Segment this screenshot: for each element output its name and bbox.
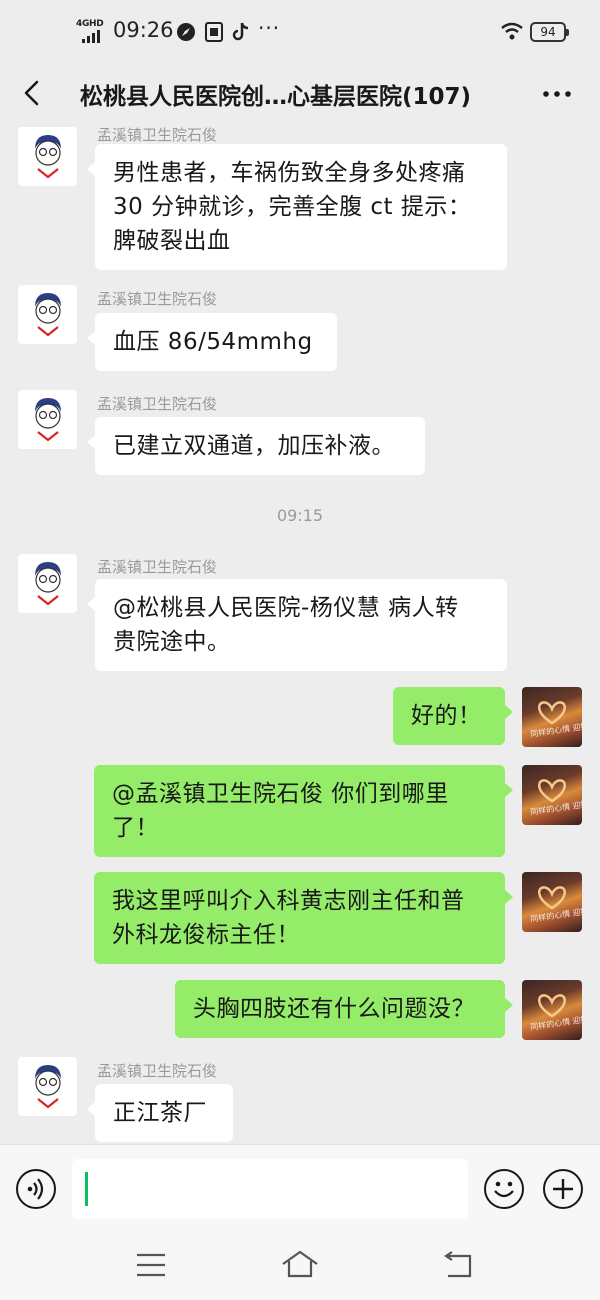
status-more: ··· [258, 16, 281, 40]
status-time: 09:26 [113, 18, 174, 42]
avatar[interactable]: 同样的心情 迎接到的一 [522, 765, 582, 825]
emoji-button[interactable] [484, 1169, 524, 1209]
avatar[interactable]: 同样的心情 迎接到的一 [522, 687, 582, 747]
avatar[interactable] [18, 390, 77, 449]
message-line: 血压 86/54mmhg [113, 329, 313, 355]
avatar[interactable]: 同样的心情 迎接到的一 [522, 872, 582, 932]
doctor-avatar-icon [35, 1065, 61, 1109]
input-bar [0, 1144, 600, 1232]
message-bubble[interactable]: 已建立双通道，加压补液。 [87, 417, 425, 475]
network-indicator: 4GHD [74, 19, 108, 45]
message-bubble[interactable]: 头胸四肢还有什么问题没？ [175, 980, 513, 1038]
home-icon[interactable] [280, 1248, 320, 1280]
message-line: 贵院途中。 [113, 629, 231, 655]
message-bubble[interactable]: 血压 86/54mmhg [87, 313, 337, 371]
voice-icon [27, 1178, 44, 1200]
message-line: 头胸四肢还有什么问题没？ [193, 996, 475, 1022]
chat-title: 松桃县人民医院创…心基层医院(107) [80, 84, 472, 110]
message-bubble[interactable]: 男性患者，车祸伤致全身多处疼痛 30 分钟就诊，完善全腹 ct 提示： 脾破裂出… [87, 144, 507, 270]
avatar[interactable] [18, 554, 77, 613]
message-line: @孟溪镇卫生院石俊 你们到哪里 [112, 781, 449, 807]
message-bubble[interactable]: 好的！ [393, 687, 513, 745]
chat-area[interactable]: 孟溪镇卫生院石俊 男性患者，车祸伤致全身多处疼痛 30 分钟就诊，完善全腹 ct… [0, 124, 600, 1144]
message-line: 已建立双通道，加压补液。 [113, 433, 395, 459]
wifi-icon [501, 22, 523, 40]
message-bubble[interactable]: @孟溪镇卫生院石俊 你们到哪里 了！ [94, 765, 513, 857]
message-bubble[interactable]: @松桃县人民医院-杨仪慧 病人转 贵院途中。 [87, 579, 507, 671]
add-button[interactable] [543, 1169, 583, 1209]
doctor-avatar-icon [35, 135, 61, 179]
avatar[interactable] [18, 127, 77, 186]
tiktok-icon [232, 22, 249, 41]
system-nav-bar [0, 1232, 600, 1300]
doctor-avatar-icon [35, 293, 61, 337]
nav-bar: 松桃县人民医院创…心基层医院(107) [0, 62, 600, 124]
network-label: 4GHD [76, 19, 104, 29]
sender-name: 孟溪镇卫生院石俊 [97, 1062, 218, 1080]
sender-name: 孟溪镇卫生院石俊 [97, 126, 218, 144]
text-cursor [85, 1172, 88, 1206]
message-line: 好的！ [411, 703, 482, 729]
back-nav-icon[interactable] [440, 1250, 474, 1280]
message-line: 正江茶厂 [113, 1100, 207, 1126]
sender-name: 孟溪镇卫生院石俊 [97, 395, 218, 413]
sender-name: 孟溪镇卫生院石俊 [97, 558, 218, 576]
sim-card-icon [205, 22, 223, 42]
message-input[interactable] [72, 1159, 468, 1219]
signal-icon [82, 30, 100, 43]
doctor-avatar-icon [35, 398, 61, 442]
message-line: 脾破裂出血 [113, 228, 231, 254]
message-bubble[interactable]: 正江茶厂 [87, 1084, 233, 1142]
more-icon[interactable] [540, 80, 574, 108]
message-line: @松桃县人民医院-杨仪慧 病人转 [113, 595, 459, 621]
message-line: 我这里呼叫介入科黄志刚主任和普 [112, 888, 465, 914]
plus-icon [553, 1179, 573, 1199]
avatar[interactable]: 同样的心情 迎接到的一 [522, 980, 582, 1040]
voice-button[interactable] [16, 1169, 56, 1209]
doctor-avatar-icon [35, 562, 61, 606]
status-bar: 4GHD 09:26 ··· 94 [0, 0, 600, 62]
emoji-icon [494, 1181, 514, 1198]
message-line: 30 分钟就诊，完善全腹 ct 提示： [113, 194, 472, 220]
message-bubble[interactable]: 我这里呼叫介入科黄志刚主任和普 外科龙俊标主任！ [94, 872, 513, 964]
battery-indicator: 94 [530, 22, 569, 42]
avatar[interactable] [18, 1057, 77, 1116]
compass-icon [177, 23, 195, 41]
sender-name: 孟溪镇卫生院石俊 [97, 290, 218, 308]
message-line: 了！ [112, 815, 159, 841]
avatar[interactable] [18, 285, 77, 344]
timestamp: 09:15 [276, 506, 324, 525]
back-icon[interactable] [18, 78, 48, 108]
menu-icon[interactable] [135, 1252, 167, 1278]
message-line: 外科龙俊标主任！ [112, 922, 300, 948]
message-line: 男性患者，车祸伤致全身多处疼痛 [113, 160, 466, 186]
